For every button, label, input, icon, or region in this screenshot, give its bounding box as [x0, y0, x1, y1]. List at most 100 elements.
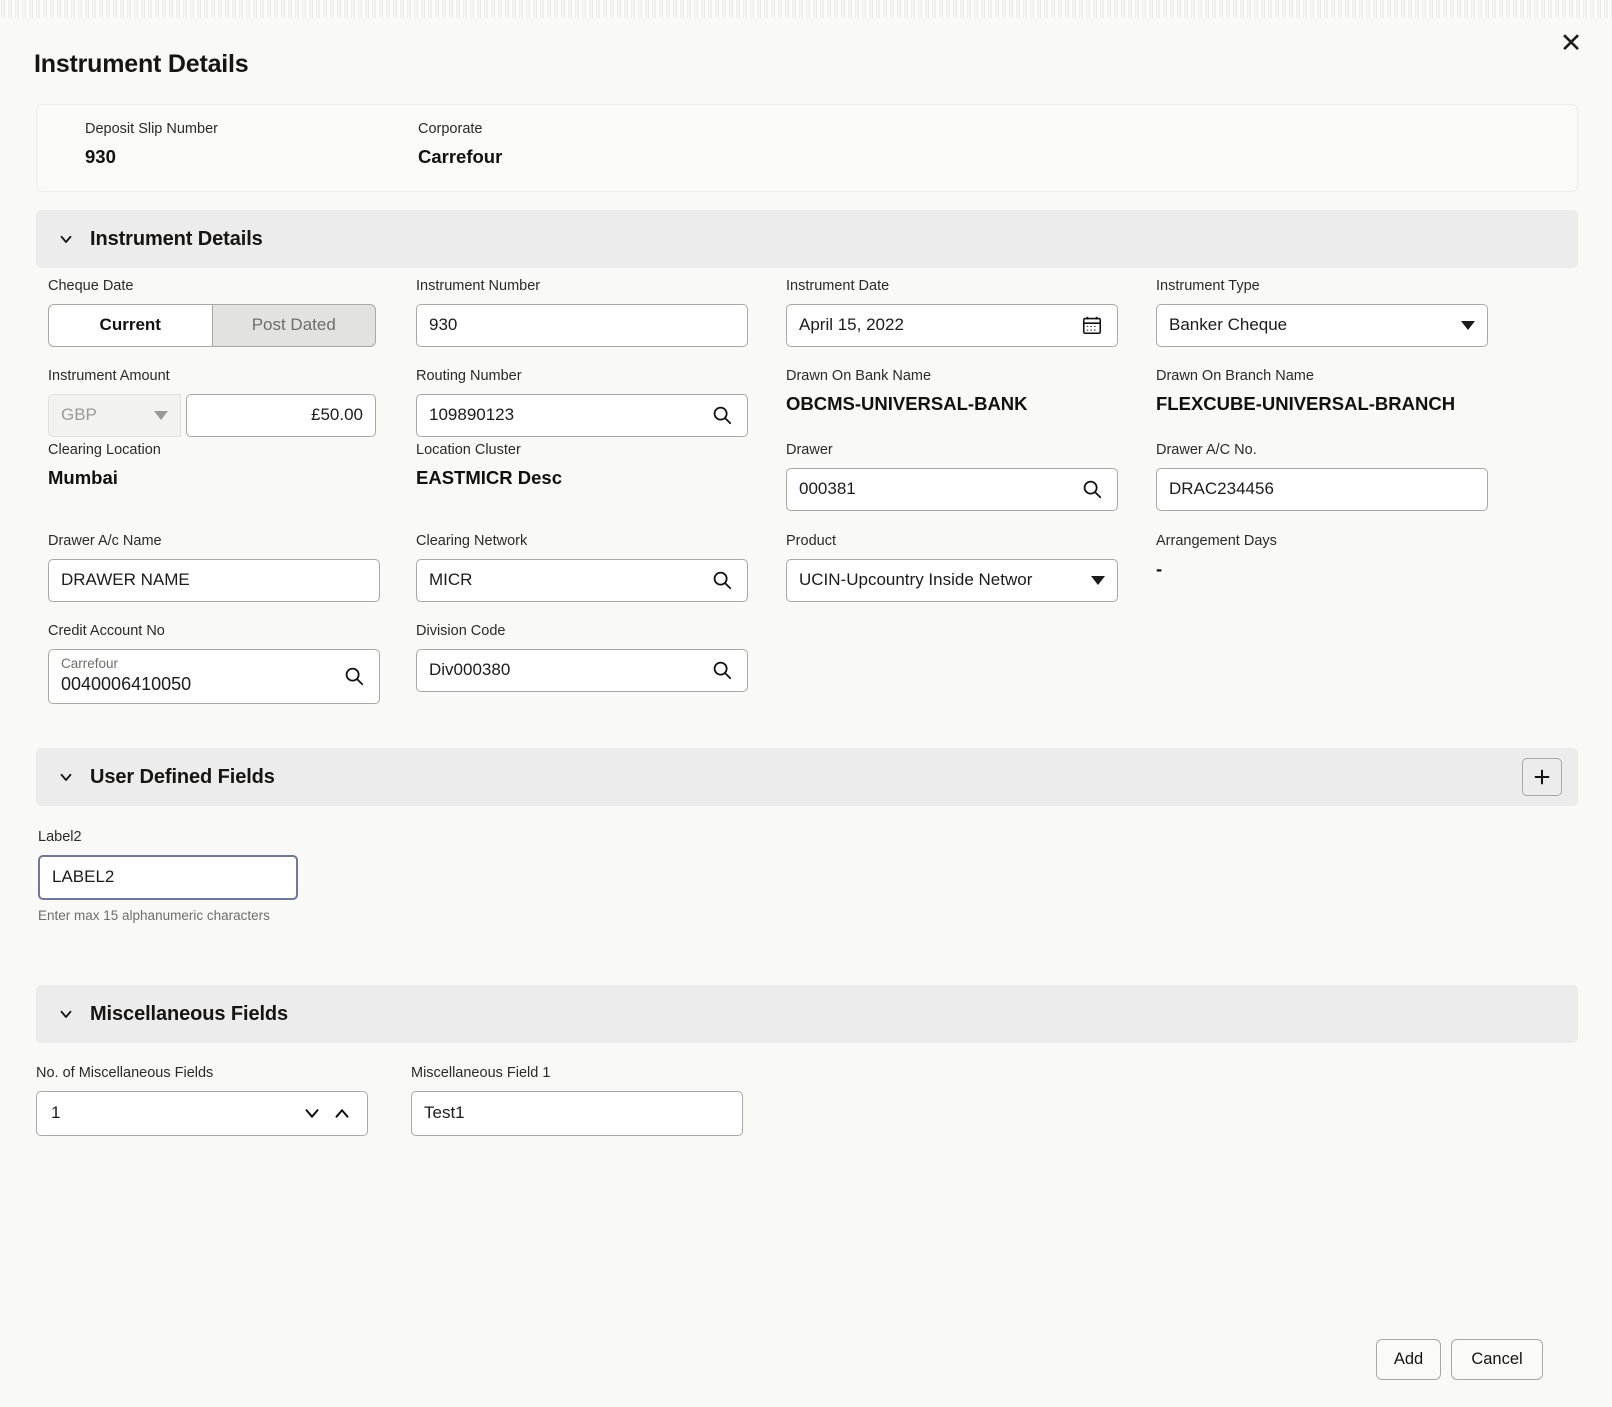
- amount-input[interactable]: £50.00: [186, 393, 376, 437]
- field-value: FLEXCUBE-UNIVERSAL-BRANCH: [1156, 392, 1456, 414]
- search-icon[interactable]: [709, 402, 735, 428]
- field-label: Instrument Type: [1156, 278, 1260, 294]
- product-select[interactable]: UCIN-Upcountry Inside Networ: [786, 558, 1118, 602]
- select-value: Banker Cheque: [1169, 315, 1288, 334]
- select-value: UCIN-Upcountry Inside Networ: [799, 570, 1033, 589]
- miscellaneous-count-stepper[interactable]: 1: [36, 1090, 368, 1136]
- division-code-input[interactable]: Div000380: [416, 648, 748, 692]
- input-value: 109890123: [429, 405, 515, 424]
- floating-label: Carrefour: [61, 656, 119, 672]
- section-header-user-defined-fields[interactable]: User Defined Fields: [36, 748, 1578, 806]
- search-icon[interactable]: [1079, 476, 1105, 502]
- input-value: 930: [429, 315, 458, 334]
- input-value: 0040006410050: [61, 674, 192, 695]
- footer-bar: Add Cancel: [0, 1317, 1612, 1407]
- field-label: Routing Number: [416, 368, 522, 384]
- field-value: Mumbai: [48, 466, 118, 488]
- input-value: DRAC234456: [1169, 479, 1274, 498]
- field-label: Miscellaneous Field 1: [411, 1065, 551, 1081]
- input-value: DRAWER NAME: [61, 570, 190, 589]
- chevron-up-icon[interactable]: [327, 1102, 357, 1124]
- field-instrument-number: Instrument Number 930: [416, 279, 748, 347]
- field-label: Label2: [38, 829, 82, 845]
- field-label2: Label2 LABEL2 Enter max 15 alphanumeric …: [38, 830, 298, 923]
- search-icon[interactable]: [341, 663, 367, 689]
- field-label: Drawn On Branch Name: [1156, 368, 1314, 384]
- routing-number-input[interactable]: 109890123: [416, 393, 748, 437]
- section-header-instrument-details[interactable]: Instrument Details: [36, 210, 1578, 268]
- instrument-date-input[interactable]: April 15, 2022: [786, 303, 1118, 347]
- section-title: Miscellaneous Fields: [90, 1002, 289, 1025]
- input-value: £50.00: [311, 405, 363, 424]
- field-label: Arrangement Days: [1156, 533, 1277, 549]
- chevron-down-icon: [1461, 320, 1475, 330]
- field-routing-number: Routing Number 109890123: [416, 369, 748, 437]
- field-clearing-location: Clearing Location Mumbai: [48, 443, 376, 488]
- chevron-down-icon: [154, 410, 168, 420]
- field-label: Drawer: [786, 442, 833, 458]
- chevron-down-icon: [56, 1004, 76, 1024]
- field-label: Clearing Network: [416, 533, 528, 549]
- summary-card: Deposit Slip Number 930 Corporate Carref…: [36, 104, 1578, 192]
- field-instrument-date: Instrument Date April 15, 2022: [786, 279, 1118, 347]
- summary-value: 930: [85, 146, 116, 167]
- clearing-network-input[interactable]: MICR: [416, 558, 748, 602]
- section-header-miscellaneous-fields[interactable]: Miscellaneous Fields: [36, 985, 1578, 1043]
- summary-label: Deposit Slip Number: [85, 121, 218, 137]
- instrument-type-select[interactable]: Banker Cheque: [1156, 303, 1488, 347]
- currency-select: GBP: [48, 393, 181, 437]
- field-instrument-type: Instrument Type Banker Cheque: [1156, 279, 1488, 347]
- input-value: Test1: [424, 1103, 465, 1122]
- label2-hint: Enter max 15 alphanumeric characters: [38, 907, 270, 923]
- credit-account-no-input[interactable]: Carrefour 0040006410050: [48, 648, 380, 704]
- add-user-defined-field-button[interactable]: [1522, 758, 1562, 796]
- stepper-value: 1: [51, 1103, 61, 1122]
- drawer-input[interactable]: 000381: [786, 467, 1118, 511]
- field-value: EASTMICR Desc: [416, 466, 562, 488]
- field-drawer: Drawer 000381: [786, 443, 1118, 511]
- search-icon[interactable]: [709, 567, 735, 593]
- chevron-down-icon: [1091, 575, 1105, 585]
- field-label: Drawer A/c Name: [48, 533, 162, 549]
- summary-deposit-slip-number: Deposit Slip Number 930: [85, 121, 218, 168]
- field-value: OBCMS-UNIVERSAL-BANK: [786, 392, 1028, 414]
- summary-corporate: Corporate Carrefour: [418, 121, 502, 168]
- toggle-option-current[interactable]: Current: [49, 304, 213, 346]
- miscellaneous-field-1-input[interactable]: Test1: [411, 1090, 743, 1136]
- label2-input[interactable]: LABEL2: [38, 854, 298, 900]
- field-value: -: [1156, 557, 1163, 579]
- calendar-icon[interactable]: [1079, 312, 1105, 338]
- field-clearing-network: Clearing Network MICR: [416, 534, 748, 602]
- field-label: Product: [786, 533, 836, 549]
- search-icon[interactable]: [709, 657, 735, 683]
- field-cheque-date: Cheque Date Current Post Dated: [48, 279, 376, 347]
- chevron-down-icon: [56, 229, 76, 249]
- field-label: Instrument Date: [786, 278, 890, 294]
- field-label: Location Cluster: [416, 442, 521, 458]
- field-drawn-on-bank-name: Drawn On Bank Name OBCMS-UNIVERSAL-BANK: [786, 369, 1146, 414]
- field-no-of-miscellaneous-fields: No. of Miscellaneous Fields 1: [36, 1066, 368, 1136]
- chevron-down-icon[interactable]: [297, 1102, 327, 1124]
- input-value: MICR: [429, 570, 473, 589]
- summary-label: Corporate: [418, 121, 483, 137]
- field-drawn-on-branch-name: Drawn On Branch Name FLEXCUBE-UNIVERSAL-…: [1156, 369, 1576, 414]
- input-value: LABEL2: [52, 867, 115, 886]
- field-drawer-ac-no: Drawer A/C No. DRAC234456: [1156, 443, 1488, 511]
- field-division-code: Division Code Div000380: [416, 624, 748, 692]
- input-value: Div000380: [429, 660, 511, 679]
- cheque-date-toggle[interactable]: Current Post Dated: [48, 303, 376, 347]
- cancel-button[interactable]: Cancel: [1451, 1339, 1543, 1380]
- field-location-cluster: Location Cluster EASTMICR Desc: [416, 443, 748, 488]
- drawer-ac-no-input[interactable]: DRAC234456: [1156, 467, 1488, 511]
- field-arrangement-days: Arrangement Days -: [1156, 534, 1488, 579]
- instrument-number-input[interactable]: 930: [416, 303, 748, 347]
- drawer-ac-name-input[interactable]: DRAWER NAME: [48, 558, 380, 602]
- field-credit-account-no: Credit Account No Carrefour 004000641005…: [48, 624, 380, 704]
- close-icon[interactable]: ✕: [1554, 26, 1588, 60]
- field-label: Instrument Amount: [48, 368, 170, 384]
- field-miscellaneous-field-1: Miscellaneous Field 1 Test1: [411, 1066, 743, 1136]
- add-button[interactable]: Add: [1376, 1339, 1441, 1380]
- toggle-option-post-dated[interactable]: Post Dated: [213, 305, 376, 346]
- section-title: Instrument Details: [90, 227, 263, 250]
- section-title: User Defined Fields: [90, 765, 275, 788]
